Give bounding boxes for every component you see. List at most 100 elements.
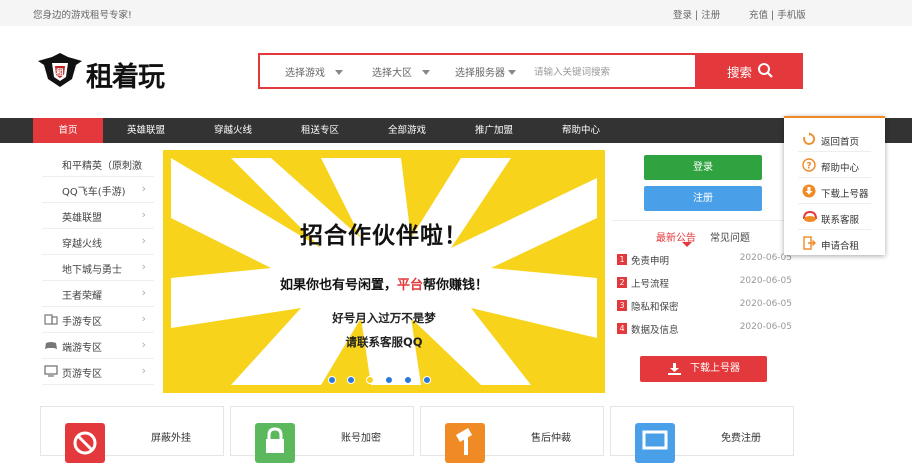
monitor-icon [635, 423, 675, 463]
chevron-right-icon: › [141, 208, 146, 221]
feature-label: 屏蔽外挂 [151, 433, 191, 444]
banner-line2-highlight: 平台 [396, 278, 423, 293]
feature-label: 免费注册 [721, 433, 761, 444]
nav-item-lol[interactable]: 英雄联盟 [113, 118, 179, 143]
news-date: 2020-06-05 [739, 299, 792, 309]
top-bar: 您身边的游戏租号专家! 登录 | 注册 充值 | 手机版 [0, 0, 912, 26]
search-button-label: 搜索 [727, 65, 753, 80]
burst-background-icon [171, 158, 597, 385]
menu-item-label: 端游专区 [62, 343, 102, 354]
news-item[interactable]: 3 隐私和保密 2020-06-05 [617, 298, 792, 320]
float-item-help[interactable]: ? 帮助中心 [784, 152, 885, 178]
promo-banner[interactable]: 招合作伙伴啦！ 如果你也有号闲置，平台帮你赚钱！ 好号月入过万不是梦 请联系客服… [163, 150, 605, 393]
site-logo[interactable]: 租 租着玩 [36, 53, 166, 93]
select-server-label: 选择服务器 [455, 68, 505, 79]
login-register-link[interactable]: 登录 | 注册 [673, 7, 720, 21]
news-title: 上号流程 [631, 279, 670, 290]
menu-item-pubg-mobile[interactable]: 和平精英（原刺激 [42, 151, 154, 177]
nav-item-home[interactable]: 首页 [33, 118, 103, 143]
float-item-support[interactable]: 联系客服 [784, 204, 885, 230]
chevron-right-icon: › [141, 234, 146, 247]
feature-free-register[interactable]: 免费注册 [610, 406, 794, 463]
welcome-text: 您身边的游戏租号专家! [33, 10, 132, 21]
banner-line3: 好号月入过万不是梦 [332, 311, 436, 325]
menu-item-lol[interactable]: 英雄联盟 › [42, 203, 154, 229]
menu-item-label: 页游专区 [62, 369, 102, 380]
nav-item-cf[interactable]: 穿越火线 [200, 118, 266, 143]
search-button[interactable]: 搜索 [695, 53, 803, 89]
menu-item-honor-of-kings[interactable]: 王者荣耀 › [42, 281, 154, 307]
chevron-right-icon: › [141, 286, 146, 299]
lock-icon [255, 423, 295, 463]
carousel-dot[interactable] [423, 376, 431, 384]
download-icon [802, 184, 816, 198]
feature-anti-cheat[interactable]: 屏蔽外挂 [40, 406, 224, 463]
feature-label: 售后仲裁 [531, 433, 571, 444]
menu-item-pc-games[interactable]: 端游专区 › [42, 333, 154, 359]
chevron-down-icon [422, 70, 430, 75]
news-item[interactable]: 2 上号流程 2020-06-05 [617, 275, 792, 297]
banner-title: 招合作伙伴啦！ [300, 223, 468, 249]
tab-faq[interactable]: 常见问题 [710, 229, 750, 244]
carousel-dot[interactable] [404, 376, 412, 384]
menu-item-qq-speed[interactable]: QQ飞车(手游) › [42, 177, 154, 203]
menu-item-label: 手游专区 [62, 317, 102, 328]
menu-item-cf[interactable]: 穿越火线 › [42, 229, 154, 255]
menu-item-label: 王者荣耀 [62, 291, 102, 302]
banner-inner: 招合作伙伴啦！ 如果你也有号闲置，平台帮你赚钱！ 好号月入过万不是梦 请联系客服… [171, 158, 597, 385]
question-icon: ? [802, 158, 816, 172]
float-item-apply[interactable]: 申请合租 [784, 230, 885, 256]
svg-text:?: ? [806, 162, 811, 172]
nav-item-partner[interactable]: 推广加盟 [461, 118, 527, 143]
news-number: 1 [617, 254, 627, 265]
chevron-right-icon: › [141, 260, 146, 273]
exit-icon [803, 236, 816, 250]
news-item[interactable]: 4 数据及信息 2020-06-05 [617, 321, 792, 343]
search-input[interactable]: 请输入关键词搜索 [534, 64, 610, 78]
float-item-label: 申请合租 [821, 241, 860, 252]
float-item-label: 帮助中心 [821, 163, 860, 174]
search-icon [758, 63, 773, 78]
chevron-right-icon: › [141, 182, 146, 195]
nav-item-all-games[interactable]: 全部游戏 [374, 118, 440, 143]
float-item-label: 返回首页 [821, 137, 860, 148]
select-region-dropdown[interactable]: 选择大区 [372, 64, 430, 79]
recharge-mobile-link[interactable]: 充值 | 手机版 [749, 7, 806, 21]
login-button[interactable]: 登录 [644, 155, 762, 180]
menu-item-mobile-games[interactable]: 手游专区 › [42, 307, 154, 333]
carousel-dot[interactable] [347, 376, 355, 384]
chevron-right-icon: › [141, 338, 146, 351]
register-button[interactable]: 注册 [644, 186, 762, 211]
news-number: 2 [617, 277, 627, 288]
select-game-dropdown[interactable]: 选择游戏 [285, 64, 343, 79]
hammer-icon [445, 423, 485, 463]
carousel-dot[interactable] [385, 376, 393, 384]
float-item-download[interactable]: 下载上号器 [784, 178, 885, 204]
menu-item-label: 地下城与勇士 [62, 265, 122, 276]
float-item-home[interactable]: 返回首页 [784, 126, 885, 152]
carousel-dot-active[interactable] [366, 376, 374, 384]
feature-after-sales[interactable]: 售后仲裁 [420, 406, 604, 463]
nav-item-rent-gift[interactable]: 租送专区 [287, 118, 353, 143]
news-item[interactable]: 1 免责申明 2020-06-05 [617, 252, 792, 274]
chevron-down-icon [508, 70, 516, 75]
banner-line2-before: 如果你也有号闲置， [279, 278, 397, 293]
menu-item-web-games[interactable]: 页游专区 › [42, 359, 154, 385]
banner-line2-after: 帮你赚钱！ [423, 278, 489, 293]
carousel-dot[interactable] [328, 376, 336, 384]
news-date: 2020-06-05 [739, 322, 792, 332]
logo-text: 租着玩 [86, 62, 165, 93]
floating-side-menu: 返回首页 ? 帮助中心 下载上号器 联系客服 申请合租 [784, 116, 885, 255]
shield-logo-icon: 租 [38, 53, 82, 87]
svg-text:租: 租 [56, 67, 64, 77]
download-client-button[interactable]: 下载上号器 [640, 356, 767, 382]
news-title: 免责申明 [631, 256, 670, 267]
menu-item-dnf[interactable]: 地下城与勇士 › [42, 255, 154, 281]
news-title: 数据及信息 [631, 325, 679, 336]
float-item-label: 联系客服 [821, 215, 860, 226]
nav-item-help[interactable]: 帮助中心 [548, 118, 614, 143]
select-server-dropdown[interactable]: 选择服务器 [455, 64, 516, 79]
feature-account-encryption[interactable]: 账号加密 [230, 406, 414, 463]
news-title: 隐私和保密 [631, 302, 679, 313]
menu-item-label: 英雄联盟 [62, 213, 102, 224]
